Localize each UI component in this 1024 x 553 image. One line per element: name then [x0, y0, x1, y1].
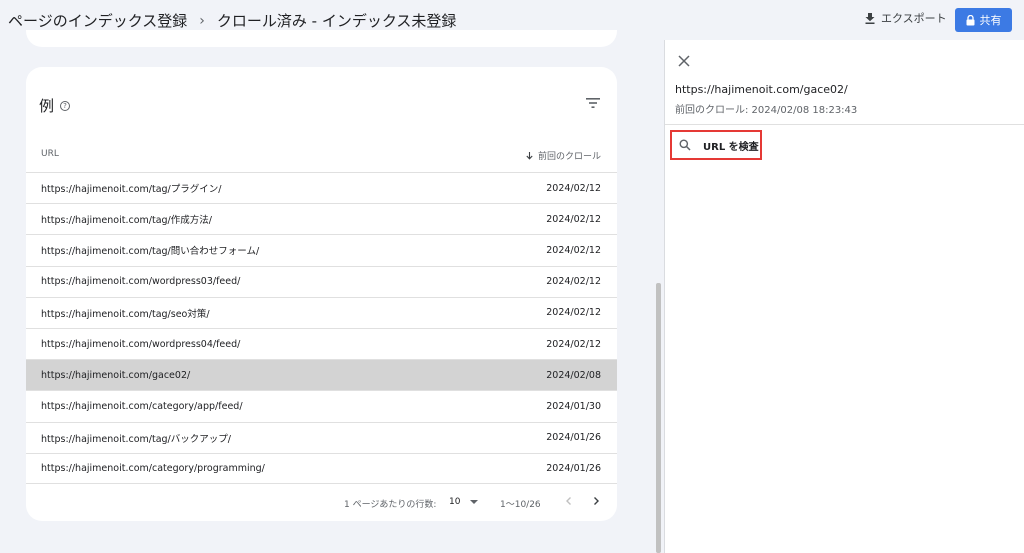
column-header-last-crawl[interactable]: 前回のクロール	[526, 149, 601, 162]
rows-per-page-value: 10	[449, 497, 461, 507]
row-date: 2024/02/12	[546, 244, 601, 256]
examples-title-text: 例	[39, 97, 55, 115]
scrollbar-thumb[interactable]	[656, 283, 661, 553]
row-url: https://hajimenoit.com/wordpress03/feed/	[41, 276, 241, 288]
help-icon[interactable]: ?	[60, 100, 71, 111]
rows-per-page-label: 1 ページあたりの行数:	[344, 500, 437, 510]
page-range: 1～10/26	[500, 500, 541, 510]
divider	[665, 124, 1024, 125]
row-date: 2024/02/12	[546, 276, 601, 288]
row-date: 2024/02/12	[546, 213, 601, 225]
lock-icon	[966, 14, 974, 25]
column-header-url[interactable]: URL	[41, 149, 59, 159]
table-row[interactable]: https://hajimenoit.com/tag/プラグイン/2024/02…	[26, 172, 617, 203]
examples-table: https://hajimenoit.com/tag/プラグイン/2024/02…	[26, 172, 617, 484]
breadcrumb-separator: ›	[199, 12, 205, 29]
previous-card-bottom	[26, 30, 617, 47]
filter-icon[interactable]	[586, 97, 600, 109]
row-date: 2024/02/12	[546, 338, 601, 350]
dropdown-arrow-icon	[470, 500, 479, 504]
table-row-selected[interactable]: https://hajimenoit.com/gace02/2024/02/08	[26, 359, 617, 391]
row-url: https://hajimenoit.com/category/programm…	[41, 462, 265, 474]
row-url: https://hajimenoit.com/category/app/feed…	[41, 400, 243, 412]
share-label: 共有	[979, 14, 1002, 27]
row-url: https://hajimenoit.com/wordpress04/feed/	[41, 338, 241, 350]
table-row[interactable]: https://hajimenoit.com/category/programm…	[26, 452, 617, 484]
row-date: 2024/02/08	[546, 369, 601, 381]
row-url: https://hajimenoit.com/tag/作成方法/	[41, 215, 212, 227]
column-header-last-crawl-label: 前回のクロール	[537, 152, 601, 162]
rows-per-page-select[interactable]: 10	[449, 497, 479, 507]
inspect-url-label: URL を検査	[703, 141, 759, 153]
row-url: https://hajimenoit.com/gace02/	[41, 369, 191, 381]
table-row[interactable]: https://hajimenoit.com/wordpress04/feed/…	[26, 327, 617, 359]
table-row[interactable]: https://hajimenoit.com/tag/作成方法/2024/02/…	[26, 203, 617, 234]
row-url: https://hajimenoit.com/tag/バックアップ/	[41, 433, 231, 445]
breadcrumb-current: クロール済み - インデックス未登録	[216, 12, 457, 30]
row-date: 2024/01/26	[546, 462, 601, 474]
export-button[interactable]: エクスポート	[865, 10, 947, 26]
row-date: 2024/02/12	[546, 307, 601, 319]
breadcrumb-root[interactable]: ページのインデックス登録	[8, 10, 187, 31]
arrow-down-icon	[526, 151, 533, 160]
close-icon[interactable]	[677, 54, 691, 68]
panel-last-crawl: 前回のクロール: 2024/02/08 18:23:43	[675, 105, 858, 116]
breadcrumb: ページのインデックス登録 › クロール済み - インデックス未登録	[8, 10, 456, 31]
examples-title: 例 ?	[39, 95, 71, 116]
pagination: 1 ページあたりの行数: 10 1～10/26	[26, 493, 617, 513]
search-icon	[679, 139, 691, 151]
chevron-left-icon[interactable]	[562, 494, 576, 508]
share-button[interactable]: 共有	[955, 8, 1012, 32]
panel-url: https://hajimenoit.com/gace02/	[675, 83, 848, 96]
examples-card: 例 ? URL 前回のクロール https://hajimenoit.com/t…	[26, 67, 617, 521]
table-row[interactable]: https://hajimenoit.com/tag/問い合わせフォーム/202…	[26, 234, 617, 265]
table-row[interactable]: https://hajimenoit.com/wordpress03/feed/…	[26, 265, 617, 297]
row-url: https://hajimenoit.com/tag/seo対策/	[41, 308, 210, 320]
table-row[interactable]: https://hajimenoit.com/tag/バックアップ/2024/0…	[26, 421, 617, 453]
row-date: 2024/01/26	[546, 432, 601, 444]
chevron-right-icon[interactable]	[589, 494, 603, 508]
inspect-url-button[interactable]: URL を検査	[670, 130, 762, 160]
table-row[interactable]: https://hajimenoit.com/category/app/feed…	[26, 390, 617, 421]
table-row[interactable]: https://hajimenoit.com/tag/seo対策/2024/02…	[26, 296, 617, 328]
row-url: https://hajimenoit.com/tag/問い合わせフォーム/	[41, 246, 260, 258]
download-icon	[865, 12, 875, 24]
row-date: 2024/02/12	[546, 182, 601, 194]
url-detail-panel: https://hajimenoit.com/gace02/ 前回のクロール: …	[664, 40, 1024, 553]
export-label: エクスポート	[881, 12, 947, 25]
row-date: 2024/01/30	[546, 400, 601, 412]
row-url: https://hajimenoit.com/tag/プラグイン/	[41, 184, 222, 196]
